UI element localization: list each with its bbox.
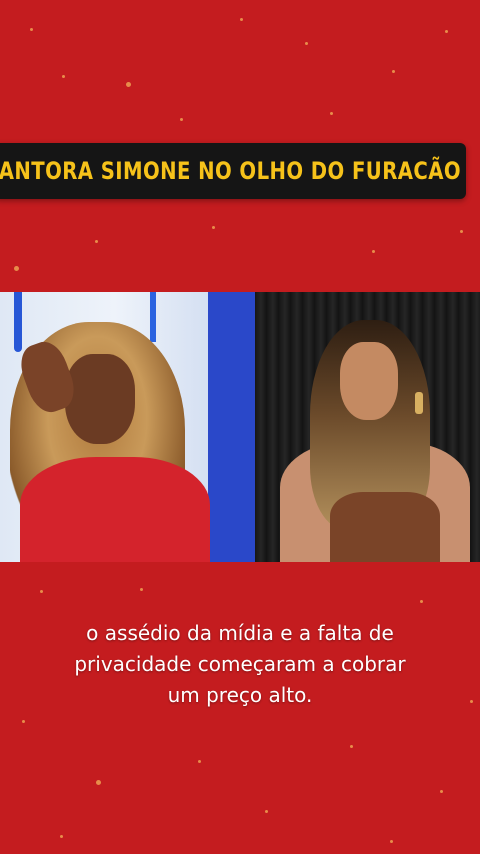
right-video-panel — [255, 292, 480, 562]
studio-decor — [150, 292, 156, 342]
right-person-dress — [330, 492, 440, 562]
caption-line: o assédio da mídia e a falta de — [86, 621, 394, 645]
left-person-face — [65, 354, 135, 444]
studio-blue-wall — [208, 292, 255, 562]
title-text: ANTORA SIMONE NO OLHO DO FURACÃO — [0, 157, 462, 185]
title-banner: ANTORA SIMONE NO OLHO DO FURACÃO — [0, 143, 466, 199]
caption-line: privacidade começaram a cobrar — [74, 652, 406, 676]
studio-decor — [14, 292, 22, 352]
left-person-body — [20, 457, 210, 562]
earring — [415, 392, 423, 414]
right-person-face — [340, 342, 398, 420]
video-frame[interactable] — [0, 292, 480, 562]
caption-line: um preço alto. — [167, 683, 313, 707]
subtitle-caption: o assédio da mídia e a falta de privacid… — [0, 618, 480, 711]
left-video-panel — [0, 292, 255, 562]
